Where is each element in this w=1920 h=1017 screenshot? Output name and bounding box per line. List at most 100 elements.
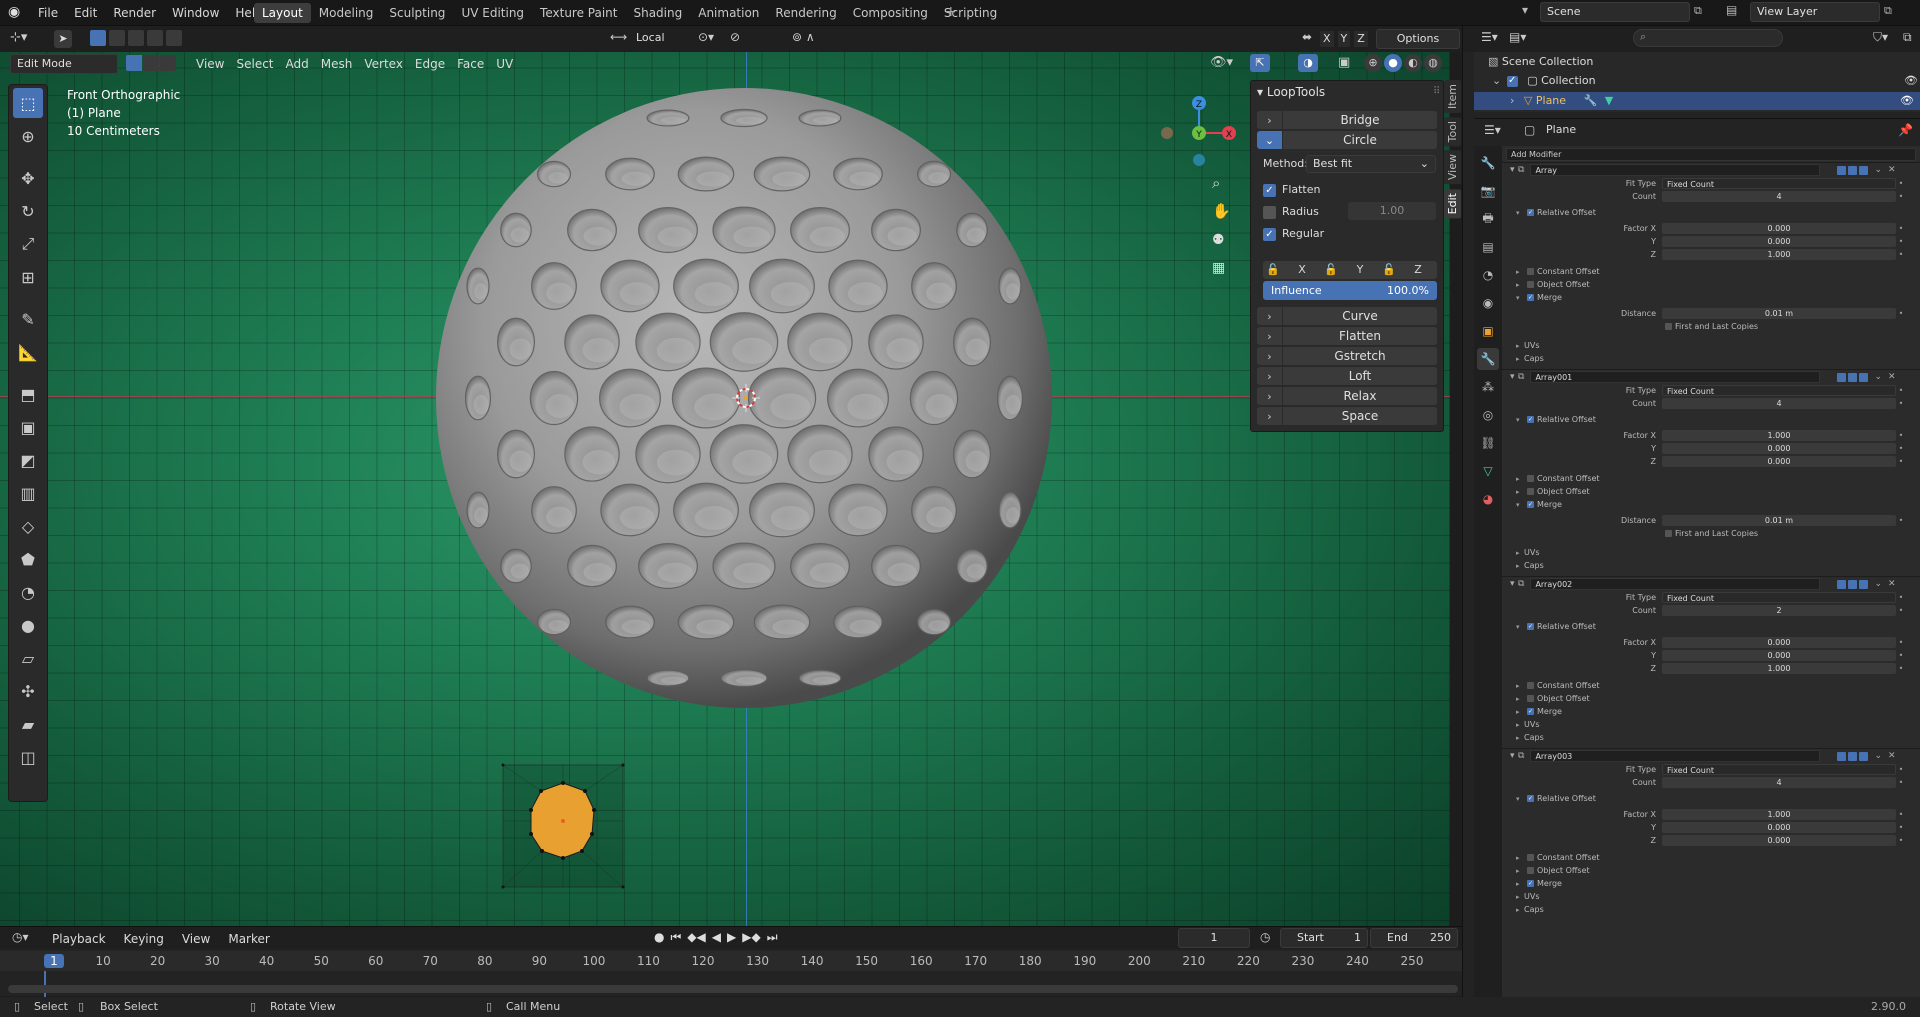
expand-icon[interactable]: ▸ — [1516, 549, 1524, 557]
modifier-name-field[interactable]: Array — [1530, 164, 1821, 176]
particles-props-icon[interactable]: ⁂ — [1477, 376, 1499, 398]
rendered-shading-icon[interactable]: ◍ — [1424, 54, 1442, 72]
move-tool-icon[interactable]: ✥ — [13, 163, 43, 193]
influence-slider[interactable]: Influence 100.0% — [1263, 281, 1437, 300]
constant-offset-section[interactable]: ▸ Constant Offset — [1502, 851, 1920, 864]
curve-row[interactable]: › Curve — [1257, 307, 1437, 325]
viewport-icon[interactable] — [1848, 165, 1858, 175]
caps-section[interactable]: ▸ Caps — [1502, 352, 1920, 365]
visibility-eye-icon[interactable]: 👁▾ — [1210, 55, 1233, 70]
modifier-name-field[interactable]: Array003 — [1530, 750, 1821, 762]
toggle-checkbox[interactable]: ✓ — [1527, 708, 1534, 715]
object-props-icon[interactable]: ▣ — [1477, 320, 1499, 342]
collapse-icon[interactable]: ▾ — [1516, 501, 1524, 509]
timeline-scrollbar[interactable] — [8, 985, 1458, 993]
viewport-menu-edge[interactable]: Edge — [409, 54, 451, 74]
relative-offset-section[interactable]: ▾ ✓ Relative Offset — [1502, 620, 1920, 633]
toggle-checkbox[interactable] — [1527, 281, 1534, 288]
collection-checkbox[interactable]: ✓ — [1506, 75, 1518, 87]
property-field[interactable]: Fixed Count — [1662, 385, 1896, 396]
editmode-icon[interactable] — [1837, 372, 1847, 382]
keyframe-dot-icon[interactable]: • — [1896, 593, 1906, 602]
wireframe-shading-icon[interactable]: ⊕ — [1364, 54, 1382, 72]
bridge-button[interactable]: Bridge — [1283, 111, 1437, 129]
transform-orientation-icon[interactable]: ⟷ — [610, 30, 627, 44]
grid-perspective-icon[interactable]: ▦ — [1212, 260, 1225, 276]
expand-icon[interactable]: › — [1510, 94, 1514, 107]
dropdown-icon[interactable]: ⌄ — [1874, 165, 1882, 175]
select-new-icon[interactable] — [90, 30, 106, 46]
modifier-header[interactable]: ▾ ⧉ Array003 ⌄ ✕ — [1502, 749, 1920, 763]
lock-y-icon[interactable]: 🔓 — [1321, 261, 1341, 279]
knife-tool-icon[interactable]: ◇ — [13, 511, 43, 541]
collapse-icon[interactable]: ▾ — [1510, 165, 1518, 175]
editmode-cage-icon[interactable] — [1826, 372, 1836, 382]
3d-viewport[interactable]: X Z Y ⌕ ✋ ⚉ ▦ — [0, 26, 1450, 931]
loft-row[interactable]: › Loft — [1257, 367, 1437, 385]
first-last-checkbox[interactable] — [1665, 530, 1672, 537]
world-props-icon[interactable]: ◉ — [1477, 292, 1499, 314]
viewport-icon[interactable] — [1848, 751, 1858, 761]
caps-section[interactable]: ▸ Caps — [1502, 731, 1920, 744]
tab-item[interactable]: Item — [1444, 80, 1461, 114]
pan-hand-icon[interactable]: ✋ — [1212, 202, 1231, 220]
caps-section[interactable]: ▸ Caps — [1502, 903, 1920, 916]
view-layer-icon[interactable]: ▤ — [1726, 3, 1737, 17]
tab-view[interactable]: View — [1444, 150, 1461, 185]
expand-icon[interactable]: ▸ — [1516, 682, 1524, 690]
toggle-checkbox[interactable] — [1527, 867, 1534, 874]
measure-tool-icon[interactable]: 📐 — [13, 337, 43, 367]
modifier-name-field[interactable]: Array001 — [1530, 371, 1821, 383]
render-icon[interactable] — [1859, 372, 1869, 382]
circle-mesh-selection[interactable] — [498, 760, 628, 896]
mirror-x-toggle[interactable]: X — [1320, 31, 1334, 47]
merge-section[interactable]: ▸ ✓ Merge — [1502, 705, 1920, 718]
object-offset-section[interactable]: ▸ Object Offset — [1502, 692, 1920, 705]
physics-props-icon[interactable]: ◎ — [1477, 404, 1499, 426]
merge-section[interactable]: ▸ ✓ Merge — [1502, 877, 1920, 890]
play-reverse-icon[interactable]: ◀ — [712, 930, 721, 945]
toggle-checkbox[interactable] — [1527, 695, 1534, 702]
vertex-select-icon[interactable] — [126, 55, 142, 71]
keyframe-dot-icon[interactable]: • — [1896, 823, 1906, 832]
render-props-icon[interactable]: 📷 — [1477, 180, 1499, 202]
shrink-fatten-tool-icon[interactable]: ✣ — [13, 676, 43, 706]
constant-offset-section[interactable]: ▸ Constant Offset — [1502, 472, 1920, 485]
select-invert-icon[interactable] — [147, 30, 163, 46]
blender-logo-icon[interactable]: ◉ — [8, 4, 26, 22]
snap-icon[interactable]: ⊘ — [730, 30, 740, 44]
viewport-menu-vertex[interactable]: Vertex — [358, 54, 409, 74]
viewport-icon[interactable] — [1848, 579, 1858, 589]
radius-checkbox[interactable] — [1263, 205, 1276, 219]
collapse-icon[interactable]: ▾ — [1516, 416, 1524, 424]
toggle-checkbox[interactable]: ✓ — [1527, 795, 1534, 802]
toggle-checkbox[interactable] — [1527, 682, 1534, 689]
bridge-row[interactable]: › Bridge — [1257, 111, 1437, 129]
spin-tool-icon[interactable]: ◔ — [13, 577, 43, 607]
space-row[interactable]: › Space — [1257, 407, 1437, 425]
keyframe-dot-icon[interactable]: • — [1896, 386, 1906, 395]
property-field[interactable]: 0.000 — [1662, 223, 1896, 234]
method-dropdown[interactable]: Best fit ⌄ — [1306, 155, 1436, 173]
collapse-icon[interactable]: ▾ — [1510, 751, 1518, 761]
filter-icon[interactable]: ⛉▾ — [1873, 30, 1888, 45]
tab-layout[interactable]: Layout — [254, 3, 311, 23]
property-field[interactable]: 1.000 — [1662, 430, 1896, 441]
expand-icon[interactable]: ▸ — [1516, 695, 1524, 703]
edge-slide-tool-icon[interactable]: ▱ — [13, 643, 43, 673]
toggle-checkbox[interactable]: ✓ — [1527, 501, 1534, 508]
keyframe-dot-icon[interactable]: • — [1896, 651, 1906, 660]
toggle-checkbox[interactable]: ✓ — [1527, 623, 1534, 630]
keyframe-dot-icon[interactable]: • — [1896, 810, 1906, 819]
expand-icon[interactable]: › — [1257, 387, 1283, 405]
keyframe-dot-icon[interactable]: • — [1896, 444, 1906, 453]
expand-icon[interactable]: ▸ — [1516, 734, 1524, 742]
zoom-icon[interactable]: ⌕ — [1212, 174, 1220, 192]
panel-drag-icon[interactable]: ⠿ — [1433, 86, 1440, 97]
flatten-button[interactable]: Flatten — [1283, 327, 1437, 345]
property-field[interactable]: 1.000 — [1662, 809, 1896, 820]
scene-icon[interactable]: ▾ — [1522, 3, 1538, 21]
expand-icon[interactable]: › — [1257, 307, 1283, 325]
editmode-icon[interactable] — [1837, 751, 1847, 761]
property-field[interactable]: 0.000 — [1662, 637, 1896, 648]
